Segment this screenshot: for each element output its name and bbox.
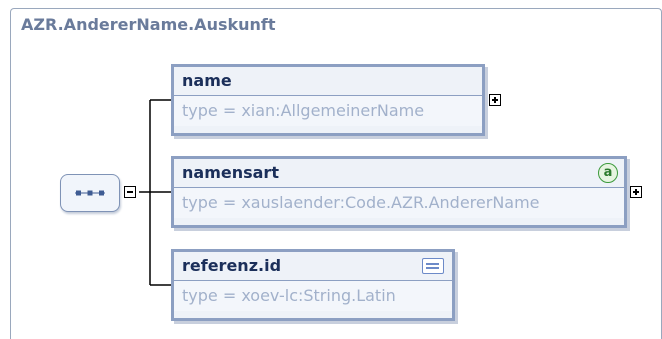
element-name-label: referenz.id: [182, 256, 282, 275]
element-name-label: namensart: [182, 163, 279, 182]
documentation-icon: [422, 258, 444, 274]
sequence-compositor[interactable]: [60, 174, 120, 212]
element-box-referenz-id[interactable]: referenz.id type = xoev-lc:String.Latin: [171, 249, 455, 321]
element-type-label: type = xoev-lc:String.Latin: [174, 281, 452, 311]
expand-namensart-toggle[interactable]: [630, 186, 642, 198]
element-type-label: type = xian:AllgemeinerName: [174, 96, 482, 126]
element-name-label: name: [174, 67, 482, 96]
sequence-collapse-toggle[interactable]: [124, 186, 136, 198]
element-box-name[interactable]: name type = xian:AllgemeinerName: [171, 64, 485, 136]
expand-name-toggle[interactable]: [489, 94, 501, 106]
element-box-namensart[interactable]: namensart a type = xauslaender:Code.AZR.…: [171, 156, 627, 228]
element-type-label: type = xauslaender:Code.AZR.AndererName: [174, 188, 624, 218]
attribute-icon: a: [598, 163, 618, 183]
sequence-icon: [75, 190, 105, 196]
